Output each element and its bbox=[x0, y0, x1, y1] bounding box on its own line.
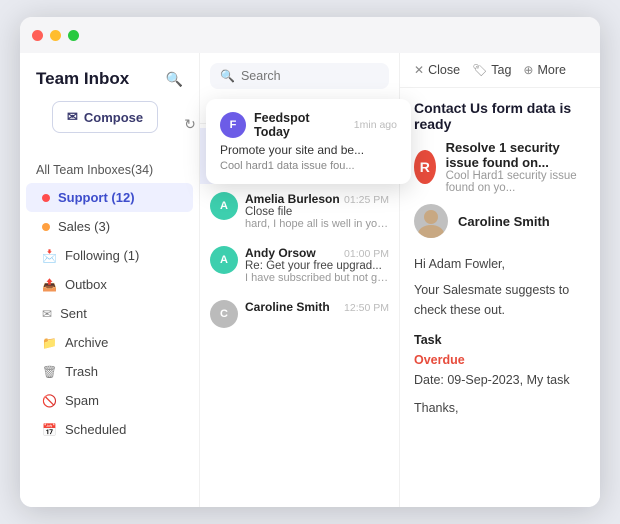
sidebar-item-trash[interactable]: 🗑 Trash bbox=[26, 357, 193, 386]
body-greeting: Hi Adam Fowler, bbox=[414, 254, 586, 274]
email-title: Contact Us form data is ready bbox=[400, 88, 600, 140]
right-toolbar: ✕ Close 🏷 Tag ⊕ More bbox=[400, 53, 600, 88]
compose-button[interactable]: ✉ Compose bbox=[52, 101, 158, 133]
email-subject: Re: Get your free upgrad... bbox=[245, 260, 389, 272]
caroline-name: Caroline Smith bbox=[458, 214, 550, 229]
compose-icon: ✉ bbox=[67, 109, 78, 125]
spam-icon: 🚫 bbox=[42, 394, 57, 408]
caroline-avatar bbox=[414, 204, 448, 238]
sidebar-item-scheduled[interactable]: 📅 Scheduled bbox=[26, 415, 193, 444]
sidebar-item-sent[interactable]: ✉ Sent bbox=[26, 299, 193, 328]
middle-panel: 🔍 Open Unassigned All ⇅ F Feedspot Today… bbox=[200, 53, 400, 507]
close-dot[interactable] bbox=[32, 30, 43, 41]
email-preview: I have subscribed but not go... bbox=[245, 272, 389, 284]
sent-icon: ✉ bbox=[42, 307, 52, 321]
popup-preview: Cool hard1 data issue fou... bbox=[220, 160, 397, 172]
email-preview: hard, I hope all is well in you... bbox=[245, 218, 389, 230]
list-item[interactable]: A Amelia Burleson 01:25 PM Close file ha… bbox=[200, 184, 399, 238]
outbox-icon: 📤 bbox=[42, 278, 57, 292]
tag-button[interactable]: 🏷 Tag bbox=[472, 63, 511, 77]
sidebar: Team Inbox 🔍 ✉ Compose ↻ All Team Inboxe… bbox=[20, 53, 200, 507]
trash-icon: 🗑 bbox=[42, 365, 57, 379]
sidebar-item-spam[interactable]: 🚫 Spam bbox=[26, 386, 193, 415]
caroline-row: Caroline Smith bbox=[400, 204, 600, 248]
email-sender: Caroline Smith bbox=[245, 300, 330, 314]
email-time: 12:50 PM bbox=[344, 302, 389, 314]
archive-icon: 📁 bbox=[42, 336, 57, 350]
sales-dot bbox=[42, 223, 50, 231]
sender-preview: Cool Hard1 security issue found on yo... bbox=[446, 170, 586, 194]
body-thanks: Thanks, bbox=[414, 398, 586, 418]
list-item[interactable]: A Andy Orsow 01:00 PM Re: Get your free … bbox=[200, 238, 399, 292]
body-overdue: Overdue bbox=[414, 350, 586, 370]
email-time: 01:25 PM bbox=[344, 194, 389, 206]
popup-time: 1min ago bbox=[354, 119, 397, 131]
sender-name: Resolve 1 security issue found on... bbox=[446, 140, 586, 170]
more-button[interactable]: ⊕ More bbox=[523, 63, 566, 77]
search-icon[interactable]: 🔍 bbox=[166, 71, 183, 88]
avatar: A bbox=[210, 192, 238, 220]
right-panel: ✕ Close 🏷 Tag ⊕ More Contact Us form dat… bbox=[400, 53, 600, 507]
body-date: Date: 09-Sep-2023, My task bbox=[414, 370, 586, 390]
all-inboxes-label[interactable]: All Team Inboxes(34) bbox=[20, 157, 199, 183]
popup-subject: Promote your site and be... bbox=[220, 143, 397, 157]
avatar: A bbox=[210, 246, 238, 274]
scheduled-icon: 📅 bbox=[42, 423, 57, 437]
sidebar-item-following[interactable]: 📩 Following (1) bbox=[26, 241, 193, 270]
refresh-button[interactable]: ↻ bbox=[180, 112, 200, 137]
close-button[interactable]: ✕ Close bbox=[414, 63, 460, 77]
email-time: 01:00 PM bbox=[344, 248, 389, 260]
titlebar bbox=[20, 17, 600, 53]
close-icon: ✕ bbox=[414, 63, 424, 77]
sender-row: R Resolve 1 security issue found on... C… bbox=[400, 140, 600, 204]
email-body: Hi Adam Fowler, Your Salesmate suggests … bbox=[400, 248, 600, 424]
search-bar: 🔍 bbox=[200, 53, 399, 89]
search-input[interactable] bbox=[241, 69, 379, 83]
email-sender: Amelia Burleson bbox=[245, 192, 340, 206]
popup-avatar: F bbox=[220, 112, 246, 138]
sender-avatar: R bbox=[414, 150, 436, 184]
email-preview-popup[interactable]: F Feedspot Today 1min ago Promote your s… bbox=[206, 99, 411, 184]
sidebar-item-outbox[interactable]: 📤 Outbox bbox=[26, 270, 193, 299]
sidebar-item-sales[interactable]: Sales (3) bbox=[26, 212, 193, 241]
support-dot bbox=[42, 194, 50, 202]
sidebar-item-support[interactable]: Support (12) bbox=[26, 183, 193, 212]
tag-icon: 🏷 bbox=[472, 63, 487, 77]
search-icon: 🔍 bbox=[220, 69, 235, 83]
sidebar-item-archive[interactable]: 📁 Archive bbox=[26, 328, 193, 357]
body-task: Task bbox=[414, 330, 586, 350]
minimize-dot[interactable] bbox=[50, 30, 61, 41]
following-icon: 📩 bbox=[42, 249, 57, 263]
avatar: C bbox=[210, 300, 238, 328]
email-subject: Close file bbox=[245, 206, 389, 218]
email-sender: Andy Orsow bbox=[245, 246, 316, 260]
sidebar-title: Team Inbox 🔍 bbox=[20, 69, 199, 101]
list-item[interactable]: C Caroline Smith 12:50 PM bbox=[200, 292, 399, 336]
body-line1: Your Salesmate suggests to check these o… bbox=[414, 280, 586, 320]
more-icon: ⊕ bbox=[523, 63, 533, 77]
popup-sender: Feedspot Today bbox=[254, 111, 346, 139]
maximize-dot[interactable] bbox=[68, 30, 79, 41]
